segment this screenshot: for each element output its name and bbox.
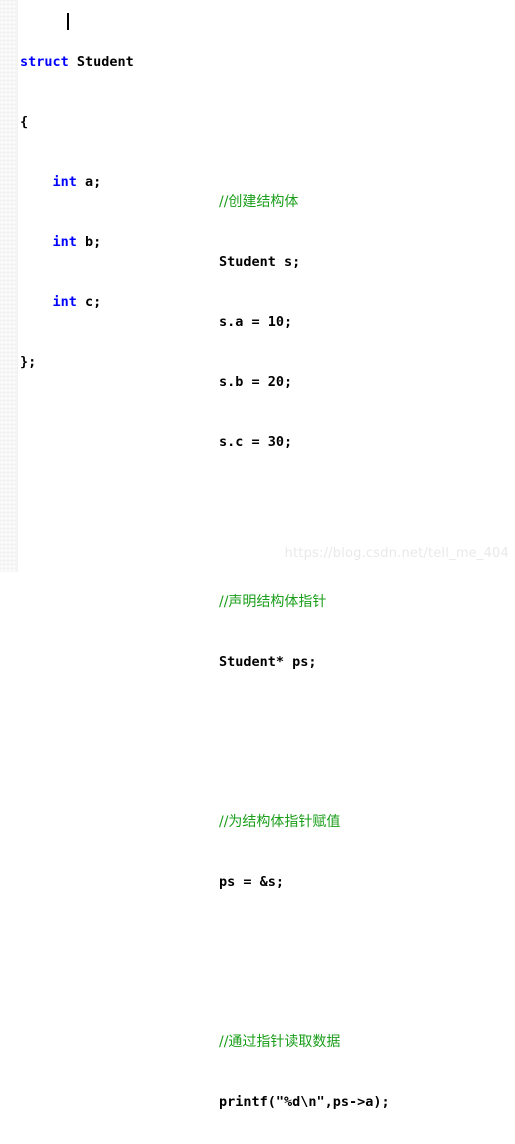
- struct-name: Student: [68, 54, 134, 70]
- code-line-printf-read: printf("%d\n",ps->a);: [219, 1092, 390, 1112]
- assign-member-c: s.c = 30;: [219, 434, 293, 450]
- comment-assign-pointer: //为结构体指针赋值: [219, 814, 341, 830]
- code-line-member-b: int b;: [20, 232, 134, 252]
- code-line-decl-ptr: Student* ps;: [219, 652, 390, 672]
- comment-declare-pointer: //声明结构体指针: [219, 594, 327, 610]
- code-line-open-brace: {: [20, 112, 134, 132]
- code-line-comment-create: //创建结构体: [219, 192, 390, 212]
- code-line-comment-assign-ptr: //为结构体指针赋值: [219, 812, 390, 832]
- code-line-assign-ptr: ps = &s;: [219, 872, 390, 892]
- keyword-int: int: [52, 294, 77, 310]
- code-line-decl-student: Student s;: [219, 252, 390, 272]
- open-brace: {: [20, 114, 29, 130]
- member-a-name: a;: [76, 174, 102, 190]
- code-line-comment-read: //通过指针读取数据: [219, 1032, 390, 1052]
- printf-read-statement: printf("%d\n",ps->a);: [219, 1094, 390, 1110]
- code-body-block[interactable]: //创建结构体 Student s; s.a = 10; s.b = 20; s…: [219, 152, 390, 1144]
- code-editor-surface[interactable]: struct Student { int a; int b; int c; };…: [0, 0, 515, 1110]
- code-line-assign-a: s.a = 10;: [219, 312, 390, 332]
- member-c-name: c;: [76, 294, 102, 310]
- code-line-assign-c: s.c = 30;: [219, 432, 390, 452]
- comment-read-via-pointer: //通过指针读取数据: [219, 1034, 341, 1050]
- text-cursor-caret: [67, 13, 69, 30]
- editor-gutter-divider: [17, 0, 18, 572]
- keyword-int: int: [52, 234, 77, 250]
- code-line-member-a: int a;: [20, 172, 134, 192]
- struct-definition-block[interactable]: struct Student { int a; int b; int c; };: [20, 12, 134, 412]
- code-line-close-brace: };: [20, 352, 134, 372]
- editor-gutter: [0, 0, 17, 572]
- comment-create-struct: //创建结构体: [219, 194, 299, 210]
- declare-pointer-variable: Student* ps;: [219, 654, 317, 670]
- declare-student-variable: Student s;: [219, 254, 301, 270]
- close-brace-semicolon: };: [20, 354, 37, 370]
- code-line-struct-header: struct Student: [20, 52, 134, 72]
- keyword-int: int: [52, 174, 77, 190]
- csdn-watermark: https://blog.csdn.net/tell_me_404: [284, 546, 509, 561]
- keyword-struct: struct: [20, 54, 69, 70]
- member-b-name: b;: [76, 234, 102, 250]
- assign-pointer-address: ps = &s;: [219, 874, 285, 890]
- assign-member-b: s.b = 20;: [219, 374, 293, 390]
- code-line-assign-b: s.b = 20;: [219, 372, 390, 392]
- code-line-member-c: int c;: [20, 292, 134, 312]
- assign-member-a: s.a = 10;: [219, 314, 293, 330]
- code-line-comment-declare-ptr: //声明结构体指针: [219, 592, 390, 612]
